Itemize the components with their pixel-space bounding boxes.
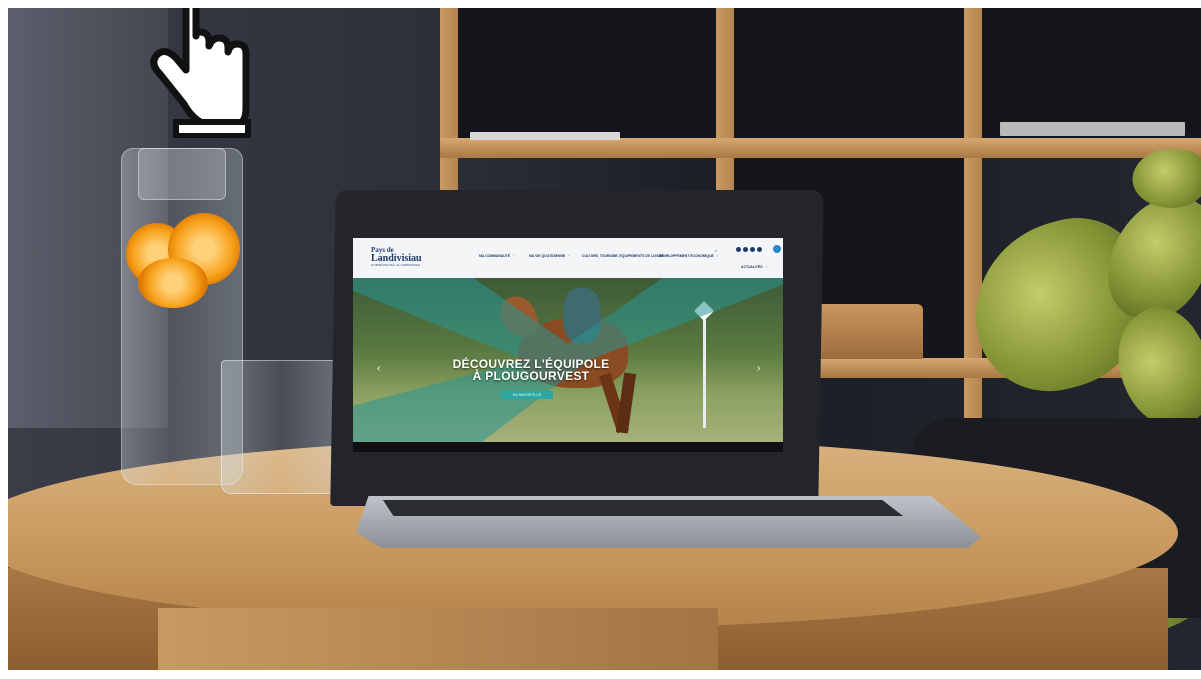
nav-label: CULTURE, TOURISME, ÉQUIPEMENTS DE LOISIR… xyxy=(582,254,665,258)
hero-cta-button[interactable]: EN SAVOIR PLUS xyxy=(501,391,553,399)
carousel-prev-icon[interactable]: ‹ xyxy=(377,363,380,374)
hero-banner: DÉCOUVREZ L'ÉQUIPOLE À PLOUGOURVEST EN S… xyxy=(353,278,783,442)
nav-label: MA COMMUNAUTÉ xyxy=(479,254,510,258)
shelf-cell xyxy=(982,8,1201,138)
social-icon[interactable] xyxy=(750,247,755,252)
nav-label: DÉVELOPPEMENT ÉCONOMIQUE xyxy=(659,254,714,258)
logo-line2: Landivisiau xyxy=(371,253,422,264)
shelf-post xyxy=(964,8,982,448)
horse-leg xyxy=(615,372,637,434)
hero-title: DÉCOUVREZ L'ÉQUIPOLE À PLOUGOURVEST xyxy=(451,358,611,382)
carafe-neck xyxy=(138,148,226,200)
laptop-screen: Pays de Landivisiau COMMUNAUTÉ de COMMUN… xyxy=(353,238,783,452)
site-logo[interactable]: Pays de Landivisiau COMMUNAUTÉ de COMMUN… xyxy=(371,246,431,267)
logo-line3: COMMUNAUTÉ de COMMUNES xyxy=(371,263,421,267)
drinking-glass xyxy=(221,360,341,494)
social-icon[interactable] xyxy=(743,247,748,252)
nav-label: MA VIE QUOTIDIENNE xyxy=(529,254,566,258)
nav-item-ma-vie-quotidienne[interactable]: MA VIE QUOTIDIENNE › xyxy=(529,254,569,258)
shelf-board xyxy=(440,138,1201,158)
social-icon[interactable] xyxy=(736,247,741,252)
nav-item-culture-tourisme[interactable]: CULTURE, TOURISME, ÉQUIPEMENTS DE LOISIR… xyxy=(582,254,669,258)
hero-title-line2: À PLOUGOURVEST xyxy=(472,369,590,383)
chevron-right-icon: › xyxy=(765,265,767,269)
book-stack xyxy=(1000,122,1185,136)
search-icon[interactable]: ⌕ xyxy=(715,248,717,253)
nav-item-actualites[interactable]: ACTUALITÉS › xyxy=(741,265,767,269)
shelf-cell xyxy=(734,8,964,138)
photo-scene: Pays de Landivisiau COMMUNAUTÉ de COMMUN… xyxy=(8,8,1201,670)
book xyxy=(470,132,620,140)
chevron-right-icon: › xyxy=(568,254,570,258)
laptop-keyboard xyxy=(383,500,903,516)
orange-slice xyxy=(138,258,208,308)
carousel-next-icon[interactable]: › xyxy=(757,363,760,374)
pointing-hand-cursor-icon xyxy=(150,8,251,138)
shelf-cell xyxy=(458,8,716,138)
chevron-right-icon: › xyxy=(512,254,515,258)
jump-flag-pole xyxy=(703,308,706,428)
nav-item-ma-communaute[interactable]: MA COMMUNAUTÉ › xyxy=(479,254,514,258)
website-header: Pays de Landivisiau COMMUNAUTÉ de COMMUN… xyxy=(353,238,783,278)
social-icon[interactable] xyxy=(757,247,762,252)
chevron-right-icon: › xyxy=(716,254,718,258)
accessibility-icon[interactable] xyxy=(773,245,781,253)
nav-item-developpement-economique[interactable]: DÉVELOPPEMENT ÉCONOMIQUE › xyxy=(659,254,718,258)
table-base xyxy=(158,608,718,670)
nav-label: ACTUALITÉS xyxy=(741,265,763,269)
